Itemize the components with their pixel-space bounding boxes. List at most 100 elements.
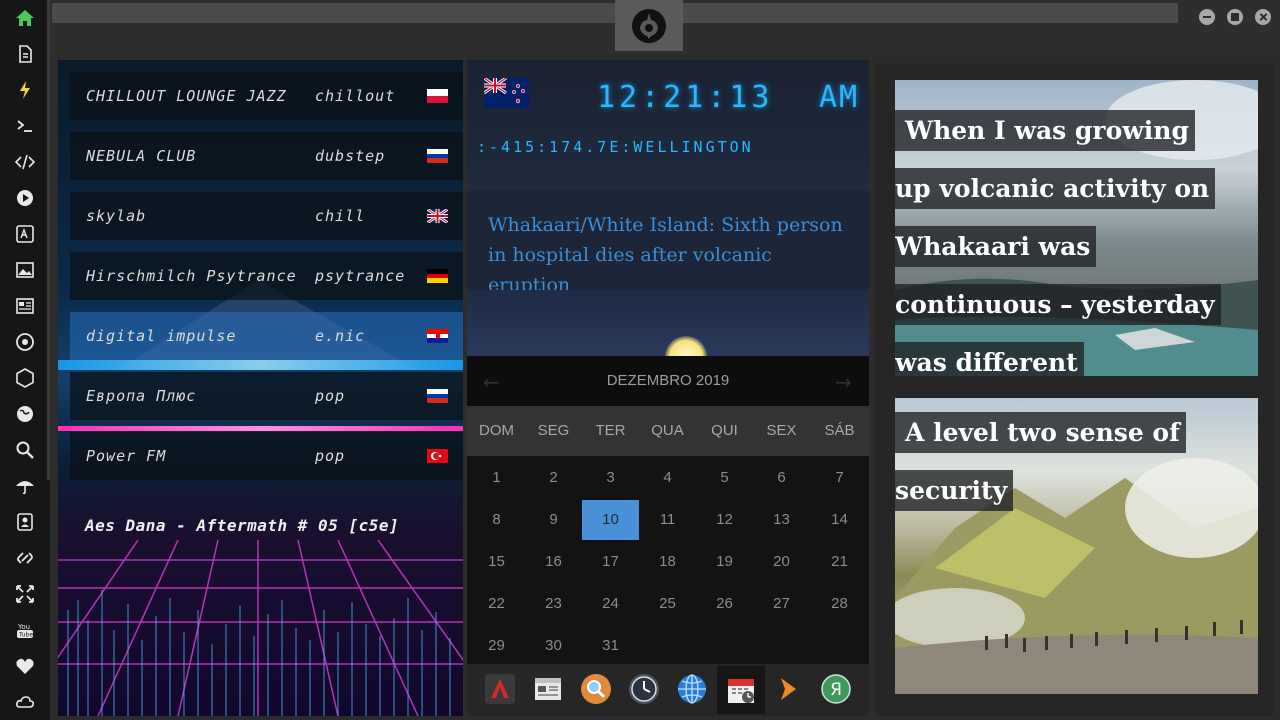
station-item[interactable]: Европа Плюс pop bbox=[70, 372, 463, 420]
calendar-widget: ← DEZEMBRO 2019 → DOM SEG TER QUA QUI SE… bbox=[467, 356, 869, 664]
calendar-day[interactable]: 21 bbox=[811, 542, 868, 582]
calendar-day[interactable]: 11 bbox=[639, 500, 696, 540]
svg-text:You: You bbox=[17, 623, 30, 631]
calendar-day[interactable]: 23 bbox=[525, 584, 582, 624]
app-dock: Я bbox=[467, 664, 869, 716]
yandex-icon[interactable]: Я bbox=[819, 672, 853, 706]
calendar-day[interactable]: 19 bbox=[696, 542, 753, 582]
calendar-day[interactable]: 26 bbox=[696, 584, 753, 624]
globe-icon[interactable] bbox=[13, 402, 37, 426]
calendar-day[interactable]: 24 bbox=[582, 584, 639, 624]
background-glow-line bbox=[58, 360, 463, 370]
left-sidebar: You Tube bbox=[0, 0, 50, 720]
station-item[interactable]: NEBULA CLUB dubstep bbox=[70, 132, 463, 180]
station-item[interactable]: skylab chill bbox=[70, 192, 463, 240]
image-icon[interactable] bbox=[13, 258, 37, 282]
rebel-logo-tab[interactable] bbox=[615, 0, 683, 51]
calendar-day[interactable]: 8 bbox=[468, 500, 525, 540]
radio-station-panel: CHILLOUT LOUNGE JAZZ chillout NEBULA CLU… bbox=[58, 60, 463, 716]
browser-icon[interactable] bbox=[675, 672, 709, 706]
svg-text:Я: Я bbox=[830, 680, 842, 700]
sidebar-scrollbar[interactable] bbox=[47, 0, 50, 480]
weekday-label: SEG bbox=[537, 422, 570, 439]
top-bar bbox=[50, 0, 1280, 54]
weekday-label: SÁB bbox=[824, 422, 855, 439]
news-card[interactable]: A level two sense of security bbox=[895, 398, 1258, 694]
news-headline-link[interactable]: Whakaari/White Island: Sixth person in h… bbox=[488, 210, 858, 300]
news-caption-line: When I was growing bbox=[895, 110, 1195, 151]
clock-app-icon[interactable] bbox=[627, 672, 661, 706]
station-name: Европа Плюс bbox=[86, 387, 197, 405]
calendar-day[interactable]: 22 bbox=[468, 584, 525, 624]
calendar-day[interactable]: 1 bbox=[468, 458, 525, 498]
hexagon-icon[interactable] bbox=[13, 366, 37, 390]
code-icon[interactable] bbox=[13, 150, 37, 174]
home-icon[interactable] bbox=[13, 6, 37, 30]
station-item-selected[interactable]: digital impulse e.nic bbox=[70, 312, 463, 360]
link-icon[interactable] bbox=[13, 546, 37, 570]
station-genre: chillout bbox=[315, 87, 396, 105]
maximize-button[interactable] bbox=[1227, 9, 1243, 25]
calendar-day[interactable]: 3 bbox=[582, 458, 639, 498]
station-name: CHILLOUT LOUNGE JAZZ bbox=[86, 87, 287, 105]
calendar-day[interactable]: 25 bbox=[639, 584, 696, 624]
calendar-day[interactable]: 30 bbox=[525, 626, 582, 666]
search-app-icon[interactable] bbox=[579, 672, 613, 706]
document-icon[interactable] bbox=[13, 42, 37, 66]
close-button[interactable] bbox=[1255, 9, 1271, 25]
calendar-day[interactable]: 29 bbox=[468, 626, 525, 666]
station-item[interactable]: Hirschmilch Psytrance psytrance bbox=[70, 252, 463, 300]
calendar-day[interactable]: 18 bbox=[639, 542, 696, 582]
clock-ampm: AM bbox=[819, 80, 860, 115]
rebel-alliance-icon bbox=[632, 9, 666, 43]
calendar-day[interactable]: 16 bbox=[525, 542, 582, 582]
news-icon[interactable] bbox=[13, 294, 37, 318]
search-icon[interactable] bbox=[13, 438, 37, 462]
cloud-icon[interactable] bbox=[13, 690, 37, 714]
contacts-icon[interactable] bbox=[13, 510, 37, 534]
calculator-icon[interactable] bbox=[531, 672, 565, 706]
station-genre: psytrance bbox=[315, 267, 406, 285]
calendar-day[interactable]: 15 bbox=[468, 542, 525, 582]
play-icon[interactable] bbox=[13, 186, 37, 210]
calendar-day[interactable]: 31 bbox=[582, 626, 639, 666]
calendar-day[interactable]: 14 bbox=[811, 500, 868, 540]
poland-flag-icon bbox=[427, 89, 448, 103]
terminal-icon[interactable] bbox=[13, 114, 37, 138]
calendar-day[interactable]: 4 bbox=[639, 458, 696, 498]
svg-text:Tube: Tube bbox=[18, 632, 33, 639]
minimize-button[interactable] bbox=[1199, 9, 1215, 25]
calendar-day[interactable]: 6 bbox=[753, 458, 810, 498]
calendar-day[interactable]: 27 bbox=[753, 584, 810, 624]
calendar-day[interactable]: 7 bbox=[811, 458, 868, 498]
station-name: Hirschmilch Psytrance bbox=[86, 267, 297, 285]
forward-icon[interactable] bbox=[771, 672, 805, 706]
croatia-flag-icon bbox=[427, 329, 448, 343]
calendar-day[interactable]: 12 bbox=[696, 500, 753, 540]
calendar-day[interactable]: 17 bbox=[582, 542, 639, 582]
calendar-day[interactable]: 20 bbox=[753, 542, 810, 582]
youtube-icon[interactable]: You Tube bbox=[13, 618, 37, 642]
bolt-icon[interactable] bbox=[13, 78, 37, 102]
app-launcher-icon[interactable] bbox=[483, 672, 517, 706]
settings-icon[interactable] bbox=[13, 330, 37, 354]
calendar-day[interactable]: 28 bbox=[811, 584, 868, 624]
next-month-button[interactable]: → bbox=[835, 370, 852, 394]
calendar-day-today[interactable]: 10 bbox=[582, 500, 639, 540]
news-card[interactable]: When I was growing up volcanic activity … bbox=[895, 80, 1258, 376]
calendar-day[interactable]: 9 bbox=[525, 500, 582, 540]
news-caption-line: up volcanic activity on bbox=[895, 168, 1216, 209]
fullscreen-icon[interactable] bbox=[13, 582, 37, 606]
station-name: skylab bbox=[86, 207, 147, 225]
calendar-day[interactable]: 5 bbox=[696, 458, 753, 498]
clock-time: 12:21:13 bbox=[597, 80, 774, 115]
calendar-app-icon[interactable] bbox=[717, 666, 765, 714]
heart-icon[interactable] bbox=[13, 654, 37, 678]
calendar-day[interactable]: 2 bbox=[525, 458, 582, 498]
translate-icon[interactable] bbox=[13, 222, 37, 246]
station-item[interactable]: CHILLOUT LOUNGE JAZZ chillout bbox=[70, 72, 463, 120]
umbrella-icon[interactable] bbox=[13, 474, 37, 498]
calendar-day[interactable]: 13 bbox=[753, 500, 810, 540]
weekday-label: DOM bbox=[479, 422, 514, 439]
station-item[interactable]: Power FM pop bbox=[70, 432, 463, 480]
